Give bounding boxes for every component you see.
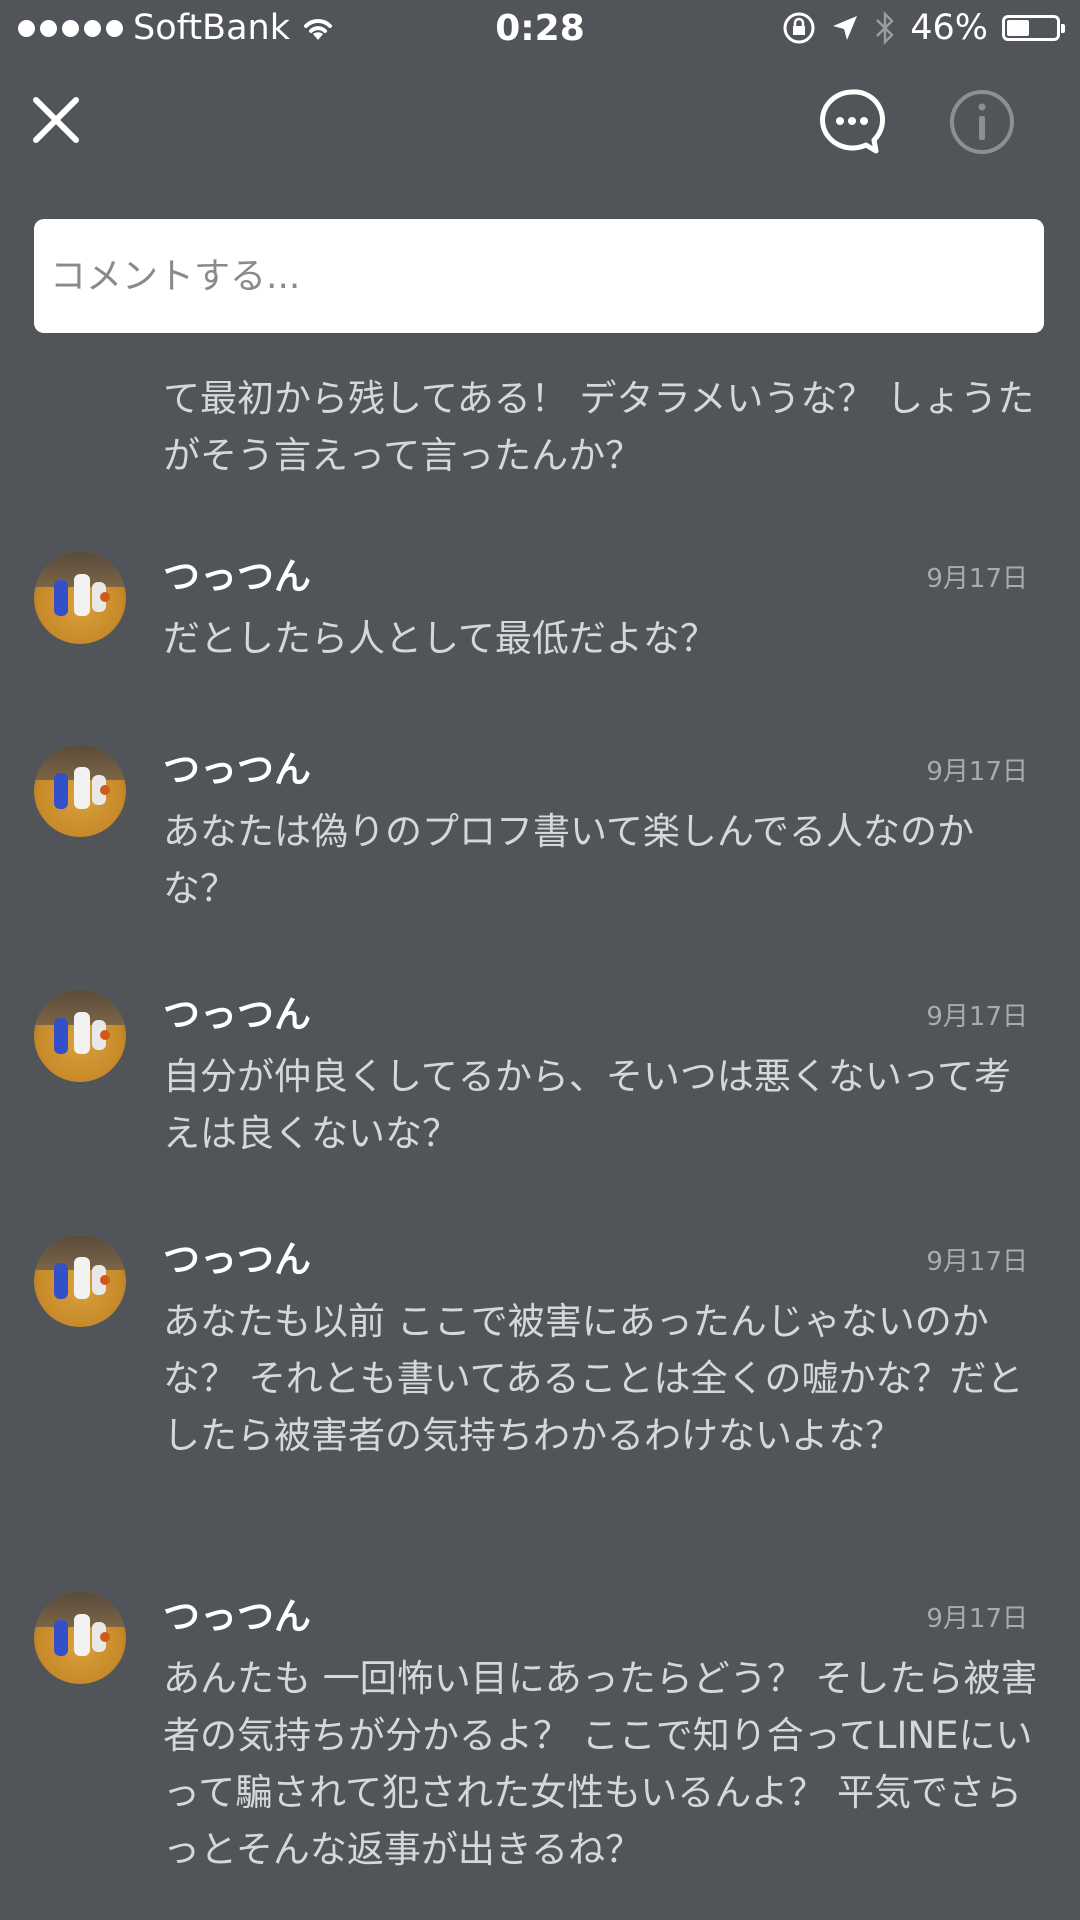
comment-date: 9月17日 bbox=[926, 1247, 1028, 1277]
status-right: 46% bbox=[782, 8, 1065, 48]
bluetooth-icon bbox=[876, 11, 894, 45]
avatar[interactable] bbox=[34, 552, 126, 644]
comment-text: あなたも以前 ここで被害にあったんじゃないのかな？ それとも書いてあることは全く… bbox=[163, 1300, 1024, 1457]
comment-author[interactable]: つっつん bbox=[163, 990, 311, 1040]
comment-input[interactable] bbox=[34, 219, 1044, 333]
battery-percent: 46% bbox=[910, 8, 988, 48]
chat-bubble-icon bbox=[820, 89, 886, 154]
comment-date: 9月17日 bbox=[926, 1604, 1028, 1634]
comment-author[interactable]: つっつん bbox=[163, 1235, 311, 1285]
avatar[interactable] bbox=[34, 1235, 126, 1327]
avatar[interactable] bbox=[34, 745, 126, 837]
comment-date: 9月17日 bbox=[926, 757, 1028, 787]
close-icon bbox=[33, 97, 79, 143]
battery-icon bbox=[1002, 15, 1065, 41]
comment-button[interactable] bbox=[816, 86, 888, 158]
comment-author[interactable]: つっつん bbox=[163, 745, 311, 795]
comment-date: 9月17日 bbox=[926, 1002, 1028, 1032]
partial-comment-text: て最初から残してある！ デタラメいうな？ しょうたがそう言えって言ったんか？ bbox=[163, 377, 1035, 477]
status-bar: SoftBank 0:28 46% bbox=[0, 0, 1080, 60]
top-nav bbox=[0, 60, 1080, 180]
info-button[interactable] bbox=[946, 86, 1018, 158]
location-arrow-icon bbox=[833, 16, 858, 40]
comment-text: だとしたら人として最低だよな？ bbox=[163, 617, 717, 660]
comment-text: あんたも 一回怖い目にあったらどう？ そしたら被害者の気持ちが分かるよ？ ここで… bbox=[163, 1657, 1038, 1871]
comment-author[interactable]: つっつん bbox=[163, 1592, 311, 1642]
avatar[interactable] bbox=[34, 990, 126, 1082]
close-button[interactable] bbox=[24, 88, 88, 152]
comment-text: 自分が仲良くしてるから、そいつは悪くないって考えは良くないな？ bbox=[163, 1055, 1012, 1155]
battery-fill bbox=[1007, 20, 1030, 36]
comment-date: 9月17日 bbox=[926, 564, 1028, 594]
rotation-lock-icon bbox=[783, 12, 815, 44]
comment-text: あなたは偽りのプロフ書いて楽しんでる人なのかな？ bbox=[163, 810, 975, 910]
info-icon bbox=[950, 90, 1014, 154]
avatar[interactable] bbox=[34, 1592, 126, 1684]
comment-author[interactable]: つっつん bbox=[163, 552, 311, 602]
